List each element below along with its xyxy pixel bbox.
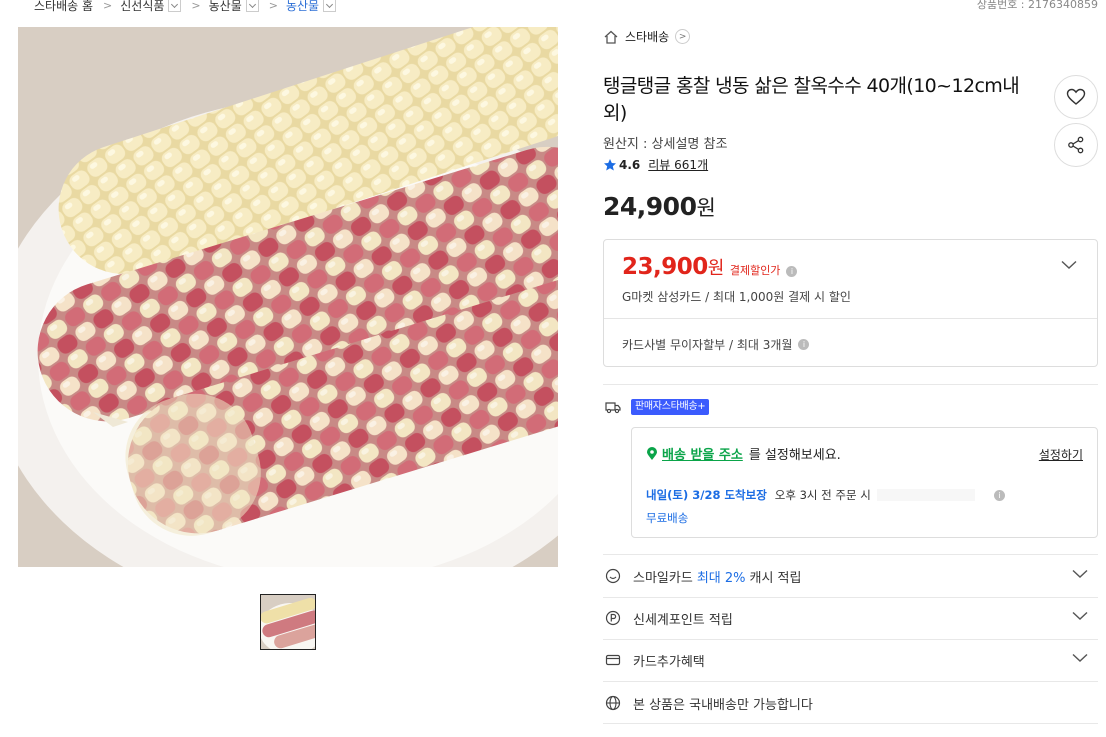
dropdown-icon[interactable] bbox=[168, 0, 182, 12]
point-icon bbox=[605, 610, 621, 626]
smile-card-icon bbox=[605, 568, 621, 584]
countdown-area bbox=[876, 489, 975, 501]
domestic-only-notice: 본 상품은 국내배송만 가능합니다 bbox=[603, 682, 1098, 724]
shipping-box: 배송 받을 주소 를 설정해보세요. 설정하기 내일(토) 3/28 도착보장 … bbox=[631, 427, 1098, 538]
truck-icon bbox=[605, 402, 621, 414]
review-link[interactable]: 리뷰 661개 bbox=[648, 156, 708, 173]
set-address-button[interactable]: 설정하기 bbox=[1039, 446, 1083, 463]
share-button[interactable] bbox=[1054, 123, 1098, 167]
address-link[interactable]: 배송 받을 주소 bbox=[662, 444, 743, 463]
product-main-image bbox=[18, 27, 558, 567]
benefit-smile-card[interactable]: 스마일카드 최대 2% 캐시 적립 bbox=[603, 555, 1098, 597]
discount-card-text: G마켓 삼성카드 / 최대 1,000원 결제 시 할인 bbox=[622, 290, 851, 304]
globe-icon bbox=[605, 695, 621, 711]
shop-name[interactable]: 스타배송 bbox=[625, 28, 669, 45]
star-delivery-badge: 판매자스타배송+ bbox=[631, 399, 710, 415]
address-prompt: 배송 받을 주소 를 설정해보세요. bbox=[646, 444, 841, 463]
breadcrumb: 스타배송 홈 > 신선식품 > 농산물 > 농산물 bbox=[34, 0, 337, 14]
chevron-down-icon[interactable] bbox=[1072, 611, 1088, 621]
divider bbox=[603, 723, 1098, 724]
breadcrumb-separator-icon: > bbox=[103, 0, 113, 12]
discount-box[interactable]: 23,900원 결제할인가 i G마켓 삼성카드 / 최대 1,000원 결제 … bbox=[603, 239, 1098, 367]
product-thumbnail[interactable] bbox=[260, 594, 316, 650]
info-icon[interactable]: i bbox=[798, 339, 810, 350]
wishlist-button[interactable] bbox=[1054, 75, 1098, 119]
product-info-panel: 스타배송 > 탱글탱글 홍찰 냉동 삶은 찰옥수수 40개(10~12cm내외)… bbox=[603, 0, 1098, 737]
chevron-down-icon[interactable] bbox=[1061, 260, 1077, 270]
dropdown-icon[interactable] bbox=[323, 0, 337, 12]
discount-label: 결제할인가 bbox=[729, 264, 781, 277]
original-price: 24,900원 bbox=[603, 192, 716, 221]
benefit-card-extra[interactable]: 카드추가혜택 bbox=[603, 639, 1098, 681]
installment-info: 카드사별 무이자할부 / 최대 3개월 i bbox=[622, 336, 810, 353]
chevron-down-icon[interactable] bbox=[1072, 653, 1088, 663]
breadcrumb-home[interactable]: 스타배송 홈 > bbox=[34, 0, 120, 14]
breadcrumb-separator-icon: > bbox=[268, 0, 278, 12]
breadcrumb-category-3[interactable]: 농산물 bbox=[286, 0, 337, 14]
benefit-shinsegae-point[interactable]: 신세계포인트 적립 bbox=[603, 597, 1098, 639]
breadcrumb-separator-icon: > bbox=[191, 0, 201, 12]
rating-score: 4.6 bbox=[619, 157, 641, 172]
share-icon bbox=[1068, 136, 1084, 154]
chevron-right-icon[interactable]: > bbox=[675, 29, 691, 44]
divider bbox=[604, 318, 1097, 319]
home-icon bbox=[604, 30, 618, 44]
free-shipping: 무료배송 bbox=[646, 511, 689, 525]
info-icon[interactable]: i bbox=[786, 266, 798, 277]
breadcrumb-category-1[interactable]: 신선식품 > bbox=[120, 0, 208, 14]
location-pin-icon bbox=[647, 446, 657, 460]
star-icon bbox=[604, 158, 616, 170]
chevron-down-icon[interactable] bbox=[1072, 569, 1088, 579]
divider bbox=[603, 384, 1098, 385]
arrival-info: 내일(토) 3/28 도착보장 오후 3시 전 주문 시 bbox=[646, 487, 975, 503]
breadcrumb-category-2[interactable]: 농산물 > bbox=[209, 0, 286, 14]
product-title: 탱글탱글 홍찰 냉동 삶은 찰옥수수 40개(10~12cm내외) bbox=[603, 75, 1020, 124]
discount-price: 23,900원 bbox=[622, 254, 724, 280]
dropdown-icon[interactable] bbox=[245, 0, 259, 12]
rating: 4.6 리뷰 661개 bbox=[603, 156, 708, 173]
info-icon[interactable]: i bbox=[994, 490, 1005, 501]
product-origin: 원산지 : 상세설명 참조 bbox=[603, 137, 728, 152]
shop-link[interactable]: 스타배송 > bbox=[603, 28, 691, 45]
heart-icon bbox=[1066, 88, 1086, 105]
card-icon bbox=[605, 654, 621, 666]
